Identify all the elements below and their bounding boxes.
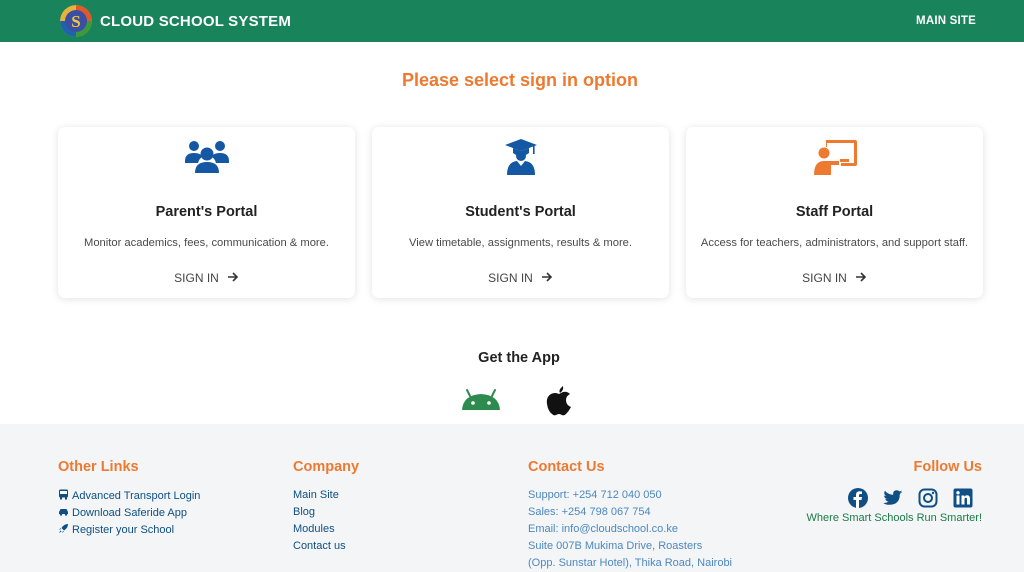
sign-in-label: SIGN IN <box>174 270 219 285</box>
footer-link-modules[interactable]: Modules <box>293 523 335 535</box>
footer: Other Links Advanced Transport Login Dow… <box>0 424 1024 572</box>
car-icon <box>58 506 69 520</box>
sign-in-link[interactable]: SIGN IN <box>58 270 355 285</box>
other-links-heading: Other Links <box>58 459 139 475</box>
contact-address-line1: Suite 007B Mukima Drive, Roasters <box>528 540 703 552</box>
get-app-heading: Get the App <box>478 350 560 366</box>
footer-link-register[interactable]: Register your School <box>58 523 174 537</box>
sign-in-link[interactable]: SIGN IN <box>686 270 983 285</box>
student-portal-card[interactable]: Student's Portal View timetable, assignm… <box>372 127 669 298</box>
staff-portal-card[interactable]: Staff Portal Access for teachers, admini… <box>686 127 983 298</box>
twitter-icon[interactable] <box>883 488 903 508</box>
sign-in-link[interactable]: SIGN IN <box>372 270 669 285</box>
card-description: Access for teachers, administrators, and… <box>700 237 969 249</box>
app-title: CLOUD SCHOOL SYSTEM <box>100 12 292 30</box>
card-description: Monitor academics, fees, communication &… <box>84 237 329 249</box>
tagline: Where Smart Schools Run Smarter! <box>806 512 982 524</box>
card-title: Parent's Portal <box>155 204 258 220</box>
card-description: View timetable, assignments, results & m… <box>408 237 632 249</box>
footer-link-label: Register your School <box>72 524 175 536</box>
svg-text:S: S <box>71 12 80 31</box>
school-logo-icon: S <box>60 5 92 37</box>
instagram-icon[interactable] <box>918 488 938 508</box>
page-heading: Please select sign in option <box>401 70 639 90</box>
contact-support[interactable]: Support: +254 712 040 050 <box>528 489 662 501</box>
footer-link-label: Advanced Transport Login <box>72 490 201 502</box>
contact-address-line2: (Opp. Sunstar Hotel), Thika Road, Nairob… <box>528 557 732 569</box>
main-site-link[interactable]: MAIN SITE <box>916 15 976 27</box>
follow-heading: Follow Us <box>913 459 982 475</box>
footer-link-blog[interactable]: Blog <box>293 506 315 518</box>
android-icon[interactable] <box>461 387 501 411</box>
graduate-icon <box>497 137 545 177</box>
rocket-icon <box>58 523 69 537</box>
top-navbar: S CLOUD SCHOOL SYSTEM MAIN SITE <box>0 0 1024 42</box>
company-heading: Company <box>293 459 360 475</box>
footer-link-label: Download Saferide App <box>72 507 187 519</box>
card-title: Staff Portal <box>795 204 874 220</box>
linkedin-icon[interactable] <box>953 488 973 508</box>
footer-link-main-site[interactable]: Main Site <box>293 489 339 501</box>
apple-icon[interactable] <box>546 384 572 416</box>
contact-email[interactable]: Email: info@cloudschool.co.ke <box>528 523 678 535</box>
facebook-icon[interactable] <box>848 488 868 508</box>
footer-link-saferide[interactable]: Download Saferide App <box>58 506 187 520</box>
users-group-icon <box>183 137 231 177</box>
arrow-right-icon <box>227 270 239 285</box>
arrow-right-icon <box>541 270 553 285</box>
bus-icon <box>58 489 69 503</box>
contact-sales[interactable]: Sales: +254 798 067 754 <box>528 506 651 518</box>
card-title: Student's Portal <box>465 204 576 220</box>
arrow-right-icon <box>855 270 867 285</box>
teacher-board-icon <box>811 137 859 177</box>
footer-link-contact[interactable]: Contact us <box>293 540 346 552</box>
sign-in-label: SIGN IN <box>488 270 533 285</box>
sign-in-label: SIGN IN <box>802 270 847 285</box>
footer-link-transport[interactable]: Advanced Transport Login <box>58 489 200 503</box>
contact-heading: Contact Us <box>528 459 605 475</box>
parent-portal-card[interactable]: Parent's Portal Monitor academics, fees,… <box>58 127 355 298</box>
brand[interactable]: S CLOUD SCHOOL SYSTEM <box>60 5 291 37</box>
